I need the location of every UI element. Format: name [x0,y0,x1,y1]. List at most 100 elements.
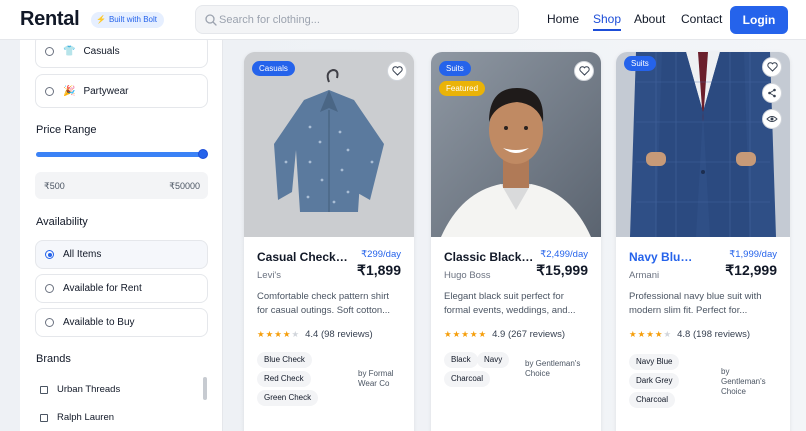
search-input[interactable] [219,9,509,31]
variant-chip[interactable]: Black [444,352,478,368]
availability-all-items[interactable]: All Items [35,240,208,269]
price-slider-handle[interactable] [198,149,208,159]
description-line: formal events, weddings, and... [444,305,576,316]
variant-chip[interactable]: Charcoal [444,371,491,387]
availability-rent[interactable]: Available for Rent [35,274,208,303]
category-option-casuals[interactable]: 👕 Casuals [35,40,208,68]
category-label: Casuals [83,45,120,57]
product-owner: by Formal Wear Co [358,369,394,389]
nav-home[interactable]: Home [547,12,579,26]
category-label: Partywear [83,85,129,97]
rating-value: 4.4 [305,329,319,340]
owner-line: Gentleman's [721,377,766,386]
product-card[interactable]: Casuals Casual Check Shirt Levi's ₹299/d… [244,52,414,431]
star-rating-icon: ★★★★★ [444,329,488,339]
search-bar[interactable] [195,5,519,34]
product-brand: Levi's [257,270,281,281]
wishlist-heart-icon[interactable] [762,57,782,77]
owner-line: by Formal [358,369,394,378]
bolt-icon: ⚡ [96,15,106,24]
brand-label: Ralph Lauren [57,412,115,423]
radio-button[interactable] [45,318,54,327]
description-line: modern slim fit. Perfect for... [629,305,748,316]
category-tag: Suits [624,56,656,71]
buy-price: ₹15,999 [536,262,588,278]
radio-button[interactable] [45,284,54,293]
nav-contact[interactable]: Contact [681,12,722,26]
product-rating: ★★★★★ 4.9 (267 reviews) [444,329,565,340]
variant-chip[interactable]: Charcoal [629,392,676,408]
product-name[interactable]: Navy Blue Suit [629,250,699,264]
product-owner: by Gentleman's Choice [721,367,766,397]
description-line: Comfortable check pattern shirt [257,291,390,302]
variant-chip[interactable]: Blue Check [257,352,312,368]
product-image-black-suit[interactable] [431,52,601,237]
brand-option-ralph-lauren[interactable]: Ralph Lauren [40,412,114,423]
price-min: ₹500 [44,181,65,191]
product-rating: ★★★★★ 4.4 (98 reviews) [257,329,373,340]
owner-line: by Gentleman's [525,359,581,368]
variant-chip[interactable]: Navy [477,352,510,368]
wishlist-heart-icon[interactable] [387,61,407,81]
nav-about[interactable]: About [634,12,665,26]
star-rating-icon: ★★★★★ [257,329,301,339]
party-popper-icon: 🎉 [63,85,76,97]
product-description: Elegant black suit perfect for formal ev… [444,290,592,318]
login-button[interactable]: Login [730,6,788,34]
checkbox[interactable] [40,413,48,422]
availability-label: All Items [63,249,102,260]
radio-button-selected[interactable] [45,250,54,259]
buy-price: ₹12,999 [725,262,777,278]
product-owner: by Gentleman's Choice [525,359,580,379]
variant-chip[interactable]: Green Check [257,390,319,406]
brand-logo[interactable]: Rental [20,8,80,31]
brands-scrollbar[interactable] [203,377,207,400]
availability-label: Available to Buy [63,317,135,328]
radio-button[interactable] [45,86,54,96]
owner-line: Choice [525,369,550,378]
owner-line: Choice [721,387,746,396]
product-card[interactable]: Suits Featured Classic Black Suit Hugo B… [431,52,601,431]
brand-option-urban-threads[interactable]: Urban Threads [40,384,120,395]
buy-price: ₹1,899 [357,262,401,278]
variant-chip[interactable]: Dark Grey [629,373,680,389]
rating-value: 4.8 [677,329,691,340]
top-nav-bar: Rental ⚡ Built with Bolt Home Shop About… [0,0,806,40]
owner-line: Wear Co [358,379,390,388]
rent-price-per-day: ₹299/day [361,249,401,260]
owner-line: by [721,367,730,376]
product-name[interactable]: Classic Black Suit [444,250,536,264]
description-line: for casual outings. Soft cotton... [257,305,391,316]
wishlist-heart-icon[interactable] [574,61,594,81]
eye-quick-view-icon[interactable] [762,109,782,129]
share-icon[interactable] [762,83,782,103]
brands-title: Brands [36,353,71,365]
rating-value: 4.9 [492,329,506,340]
featured-badge: Featured [439,81,486,96]
rent-price-per-day: ₹2,499/day [540,249,588,260]
description-line: Elegant black suit perfect for [444,291,564,302]
product-brand: Hugo Boss [444,270,491,281]
checkbox[interactable] [40,385,48,394]
shirt-icon: 👕 [63,45,76,57]
price-slider-track[interactable] [36,152,207,157]
availability-label: Available for Rent [63,283,142,294]
variant-chip[interactable]: Red Check [257,371,311,387]
nav-shop[interactable]: Shop [593,12,622,31]
product-image-navy-suit[interactable] [616,52,790,237]
product-brand: Armani [629,270,660,281]
built-with-bolt-badge[interactable]: ⚡ Built with Bolt [91,12,164,28]
radio-button[interactable] [45,46,54,56]
variant-chip[interactable]: Navy Blue [629,354,680,370]
availability-buy[interactable]: Available to Buy [35,308,208,337]
product-name[interactable]: Casual Check Shirt [257,250,349,264]
product-card[interactable]: Suits Navy Blue Suit Armani ₹1,999/day ₹… [616,52,790,431]
price-range-values: ₹500 ₹50000 [35,172,208,199]
category-option-partywear[interactable]: 🎉 Partywear [35,74,208,108]
star-rating-icon: ★★★★★ [629,329,673,339]
filter-sidebar: 👕 Casuals 🎉 Partywear Price Range ₹500 ₹… [20,40,223,431]
description-line: Professional navy blue suit with [629,291,762,302]
product-image-shirt[interactable] [244,52,414,237]
product-description: Professional navy blue suit with modern … [629,290,777,318]
badge-label: Built with Bolt [108,15,157,24]
